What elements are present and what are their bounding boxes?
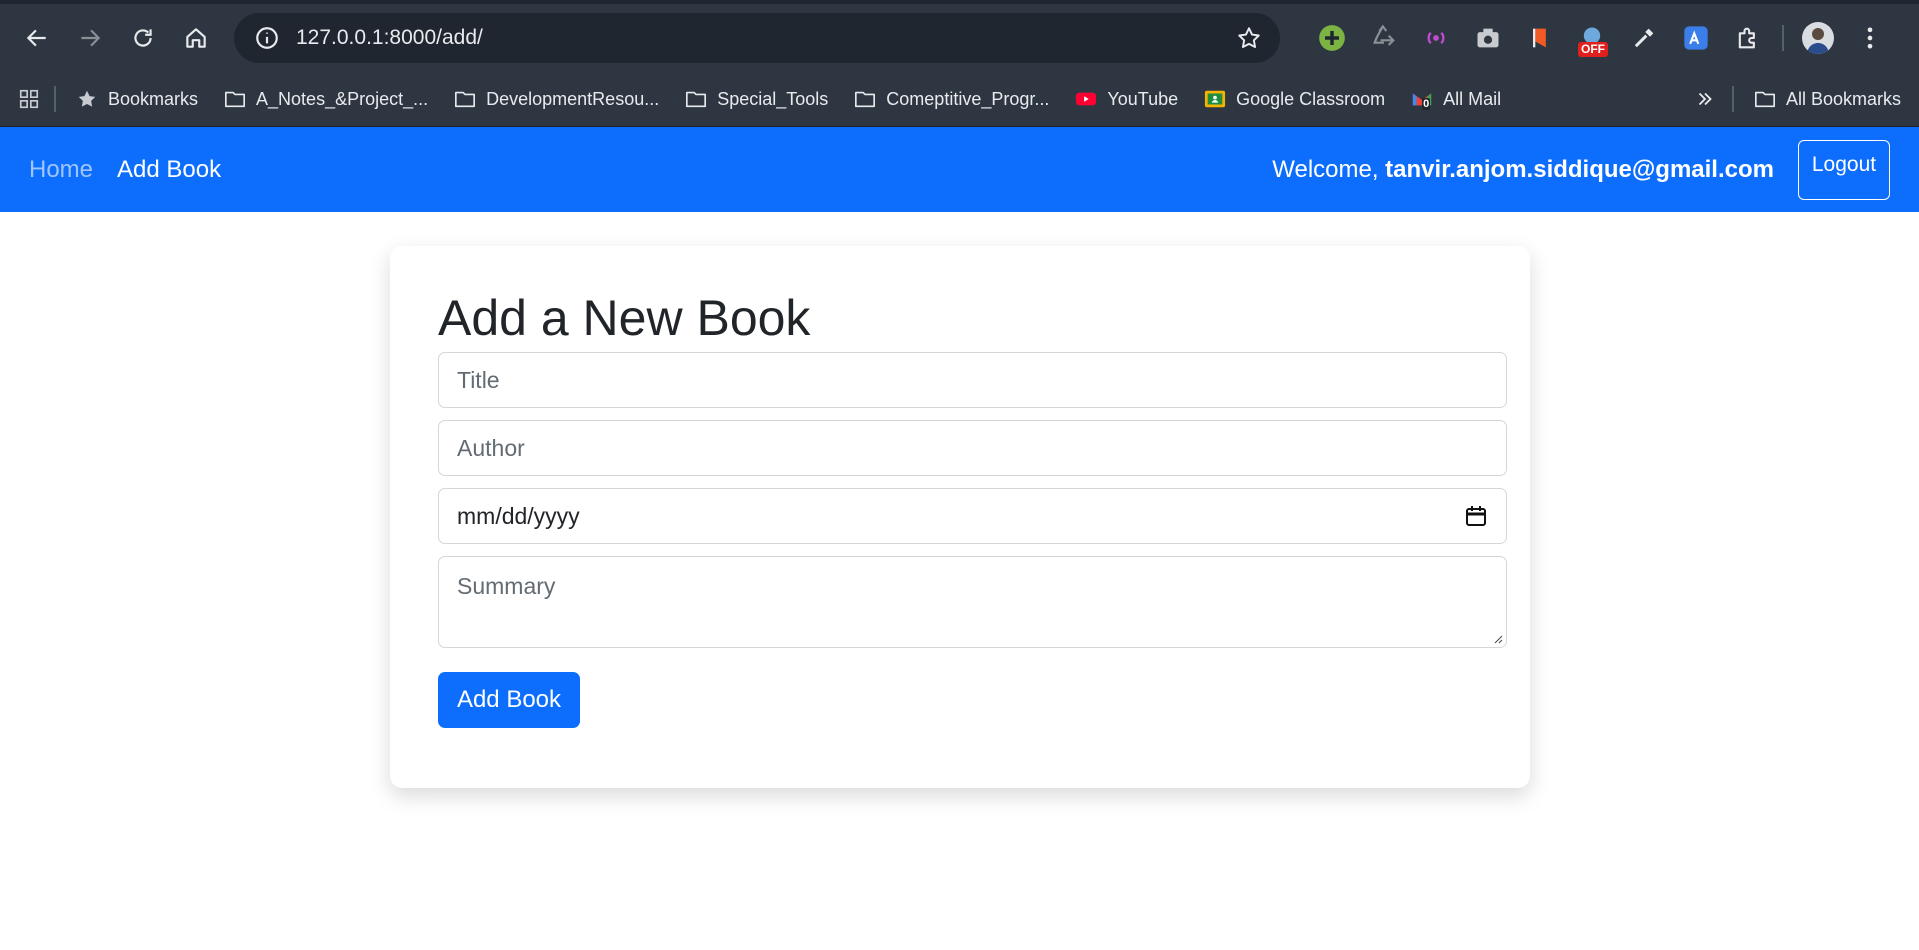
nav-link-home[interactable]: Home <box>29 156 93 184</box>
calendar-icon[interactable] <box>1464 504 1488 528</box>
broadcast-icon <box>1427 31 1445 45</box>
date-placeholder: mm/dd/yyyy <box>457 502 580 529</box>
folder-icon <box>225 91 246 108</box>
double-chevron-right-icon <box>1698 92 1712 106</box>
url-text[interactable]: 127.0.0.1:8000/add/ <box>296 26 1236 50</box>
bookmark-folder-special-tools[interactable]: Special_Tools <box>685 88 828 110</box>
arrow-left-icon <box>26 29 46 47</box>
bookmark-label: DevelopmentResou... <box>486 88 660 109</box>
logout-button[interactable]: Logout <box>1798 139 1890 200</box>
extension-camera[interactable] <box>1462 15 1514 61</box>
eyedropper-icon <box>1634 28 1654 48</box>
browser-menu-button[interactable] <box>1844 15 1896 61</box>
bookmark-label: All Mail <box>1443 88 1502 109</box>
bookmarks-separator <box>1731 86 1734 112</box>
welcome-prefix: Welcome, <box>1272 155 1386 183</box>
bookmarks-bar: Bookmarks A_Notes_&Project_... Developme… <box>0 72 1919 127</box>
extension-off[interactable]: OFF <box>1566 15 1618 61</box>
bookmark-all-mail[interactable]: 0 All Mail <box>1411 88 1501 110</box>
author-input[interactable]: Author <box>438 420 1507 476</box>
bookmark-label: Comeptitive_Progr... <box>886 88 1050 109</box>
profile-button[interactable] <box>1792 15 1844 61</box>
site-info-icon[interactable] <box>254 25 280 51</box>
published-date-input[interactable]: mm/dd/yyyy <box>438 488 1507 544</box>
gmail-unread-badge: 0 <box>1422 98 1431 110</box>
address-bar[interactable]: 127.0.0.1:8000/add/ <box>234 13 1280 63</box>
reload-icon <box>134 29 152 47</box>
star-icon <box>78 90 96 107</box>
browser-chrome: 127.0.0.1:8000/add/ OFF Bookmarks A_Note… <box>0 0 1919 127</box>
flag-icon <box>1533 28 1546 48</box>
person-icon <box>1807 28 1829 54</box>
forward-button[interactable] <box>67 15 113 61</box>
bookmark-folder-development[interactable]: DevelopmentResou... <box>454 88 659 110</box>
bookmark-google-classroom[interactable]: Google Classroom <box>1204 88 1385 110</box>
home-icon <box>186 28 206 48</box>
page-title: Add a New Book <box>438 290 811 346</box>
extension-translate[interactable] <box>1670 15 1722 61</box>
off-badge: OFF <box>1578 42 1608 57</box>
youtube-icon <box>1076 92 1097 106</box>
extension-eyedropper[interactable] <box>1618 15 1670 61</box>
back-button[interactable] <box>14 15 60 61</box>
extensions-menu-button[interactable] <box>1722 15 1774 61</box>
all-bookmarks-button[interactable]: All Bookmarks <box>1754 88 1901 110</box>
more-bookmarks-button[interactable] <box>1694 88 1716 110</box>
camera-icon <box>1477 28 1499 48</box>
folder-icon <box>686 91 707 108</box>
extension-recycle[interactable] <box>1358 15 1410 61</box>
toolbar-separator <box>1782 25 1784 51</box>
app-navbar: Home Add Book Welcome, tanvir.anjom.sidd… <box>0 127 1919 212</box>
nav-link-add-book[interactable]: Add Book <box>117 156 221 184</box>
bookmark-star-icon[interactable] <box>1236 25 1262 51</box>
browser-toolbar: 127.0.0.1:8000/add/ OFF <box>0 4 1919 72</box>
title-input[interactable]: Title <box>438 352 1507 408</box>
bookmark-folder-competitive[interactable]: Comeptitive_Progr... <box>854 88 1049 110</box>
extension-plus[interactable] <box>1306 15 1358 61</box>
resize-handle-icon[interactable] <box>1491 632 1503 644</box>
recycle-icon <box>1373 24 1395 46</box>
bookmarks-separator <box>54 86 56 112</box>
kebab-menu-icon <box>1867 27 1873 49</box>
extension-broadcast[interactable] <box>1410 15 1462 61</box>
home-button[interactable] <box>173 15 219 61</box>
extensions-area: OFF <box>1306 15 1896 61</box>
bookmark-label: Bookmarks <box>108 88 199 109</box>
summary-textarea[interactable]: Summary <box>438 556 1507 648</box>
extension-flag[interactable] <box>1514 15 1566 61</box>
bookmark-bookmarks[interactable]: Bookmarks <box>76 88 198 110</box>
title-placeholder: Title <box>457 366 500 393</box>
folder-icon <box>855 91 876 108</box>
bookmark-folder-notes[interactable]: A_Notes_&Project_... <box>224 88 428 110</box>
puzzle-icon <box>1738 27 1755 49</box>
bookmarks-right: All Bookmarks <box>1694 86 1901 112</box>
avatar <box>1802 22 1834 54</box>
bookmark-youtube[interactable]: YouTube <box>1075 88 1178 110</box>
apps-grid-icon <box>19 89 39 109</box>
folder-icon <box>455 91 476 108</box>
translate-icon <box>1684 26 1708 50</box>
folder-icon <box>1754 91 1775 108</box>
google-classroom-icon <box>1205 90 1226 108</box>
apps-button[interactable] <box>18 88 50 110</box>
bookmark-label: YouTube <box>1107 88 1179 109</box>
reload-button[interactable] <box>120 15 166 61</box>
add-book-card: Add a New Book Title Author mm/dd/yyyy S… <box>390 246 1530 788</box>
add-book-submit-button[interactable]: Add Book <box>438 672 580 728</box>
welcome-text: Welcome, tanvir.anjom.siddique@gmail.com <box>1272 156 1774 184</box>
bookmark-label: Special_Tools <box>717 88 829 109</box>
user-email: tanvir.anjom.siddique@gmail.com <box>1385 155 1774 183</box>
bookmark-label: Google Classroom <box>1236 88 1386 109</box>
green-plus-icon <box>1319 25 1345 51</box>
bookmark-label: A_Notes_&Project_... <box>256 88 429 109</box>
summary-placeholder: Summary <box>457 573 556 599</box>
arrow-right-icon <box>81 29 101 47</box>
author-placeholder: Author <box>457 434 525 461</box>
all-bookmarks-label: All Bookmarks <box>1785 88 1901 109</box>
